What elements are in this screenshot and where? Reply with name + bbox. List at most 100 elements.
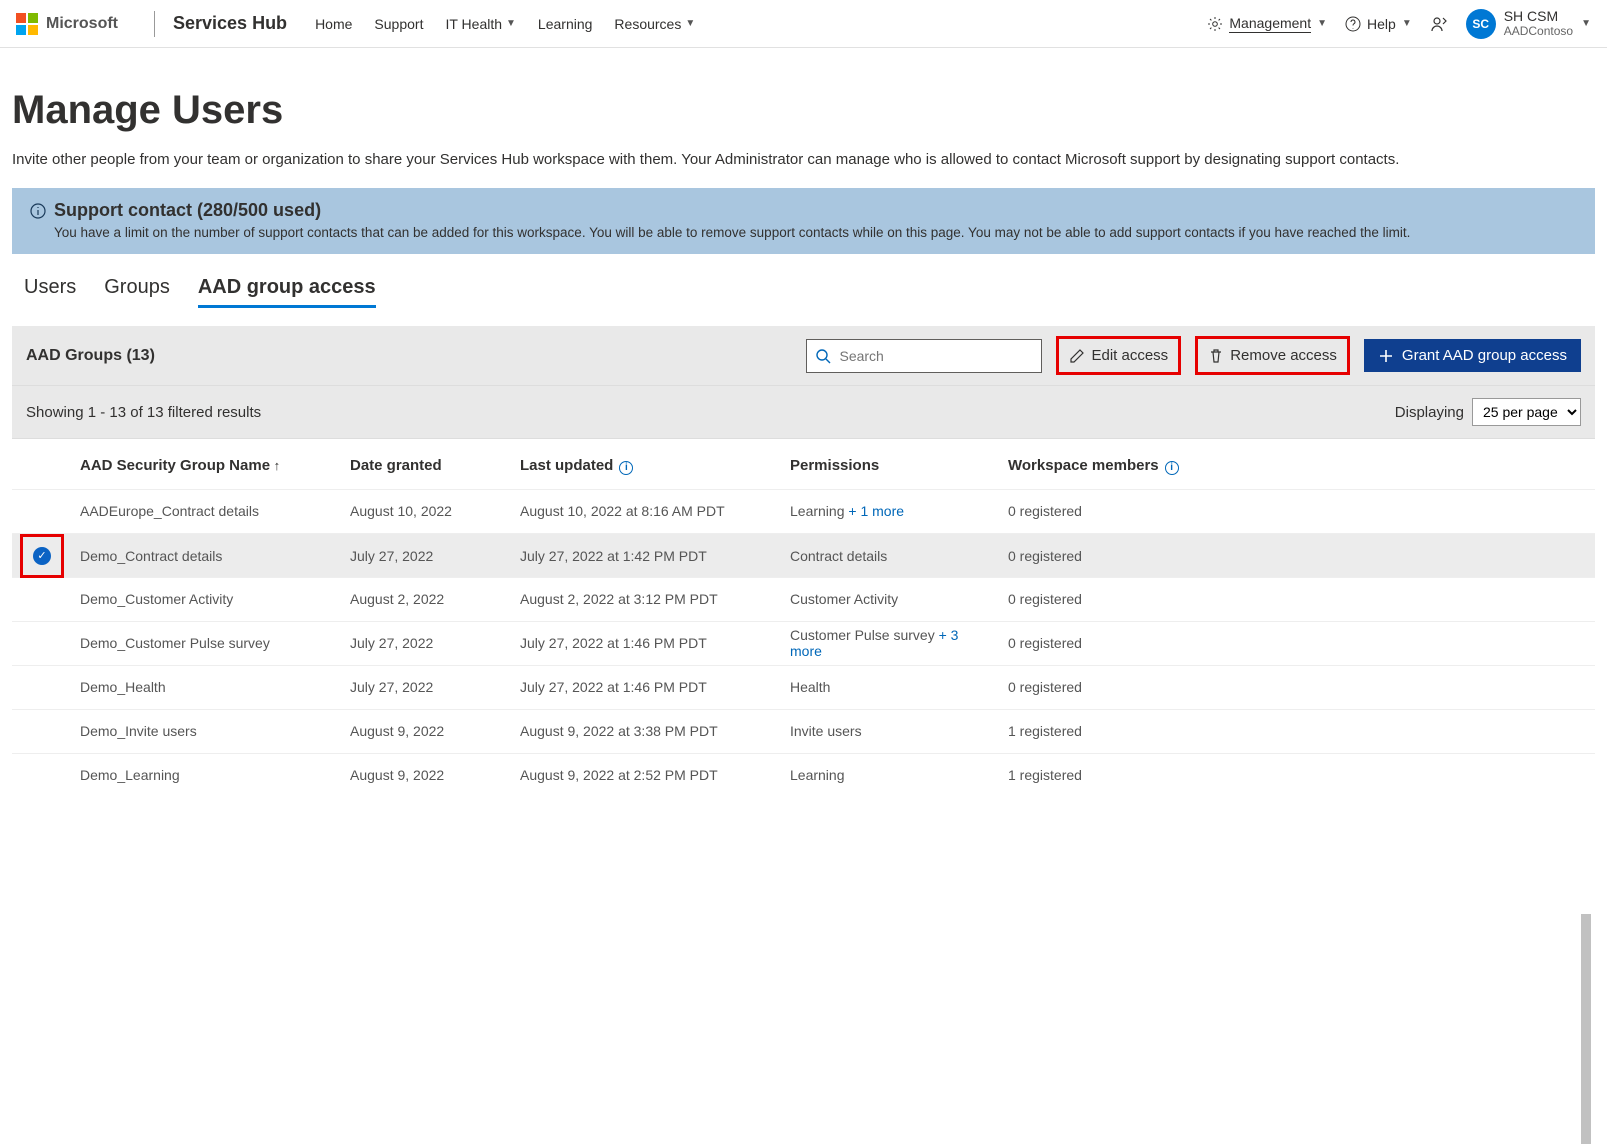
- scrollbar-thumb[interactable]: [1581, 914, 1591, 1144]
- nav-learning[interactable]: Learning: [538, 16, 593, 32]
- page-title: Manage Users: [12, 88, 1595, 133]
- info-icon[interactable]: i: [1165, 461, 1179, 475]
- contact-icon[interactable]: [1430, 15, 1448, 33]
- row-checked-icon[interactable]: ✓: [33, 547, 51, 565]
- help-menu[interactable]: Help ▼: [1345, 16, 1412, 32]
- top-nav: Home Support IT Health▼ Learning Resourc…: [315, 16, 695, 32]
- cell-date-granted: August 9, 2022: [342, 723, 512, 739]
- chevron-down-icon: ▼: [685, 18, 695, 29]
- search-input[interactable]: [837, 347, 1033, 365]
- col-group-name[interactable]: AAD Security Group Name: [72, 457, 342, 474]
- divider: [154, 11, 155, 37]
- edit-access-button[interactable]: Edit access: [1063, 343, 1174, 368]
- user-name: SH CSM: [1504, 9, 1573, 24]
- aad-toolbar: AAD Groups (13) Edit access Remove acces…: [12, 326, 1595, 385]
- support-contact-notice: Support contact (280/500 used) You have …: [12, 188, 1595, 254]
- header-right: Management ▼ Help ▼ SC SH CSM AADContoso…: [1207, 9, 1591, 39]
- cell-group-name: Demo_Customer Activity: [72, 591, 342, 607]
- user-org: AADContoso: [1504, 25, 1573, 38]
- table-row[interactable]: Demo_HealthJuly 27, 2022July 27, 2022 at…: [12, 665, 1595, 709]
- cell-members: 0 registered: [1000, 548, 1595, 564]
- cell-members: 0 registered: [1000, 591, 1595, 607]
- cell-group-name: Demo_Invite users: [72, 723, 342, 739]
- plus-icon: [1378, 348, 1394, 364]
- cell-last-updated: August 2, 2022 at 3:12 PM PDT: [512, 591, 782, 607]
- grant-aad-group-access-button[interactable]: Grant AAD group access: [1364, 339, 1581, 372]
- tab-users[interactable]: Users: [24, 276, 76, 308]
- nav-support[interactable]: Support: [374, 16, 423, 32]
- cell-date-granted: August 10, 2022: [342, 503, 512, 519]
- cell-date-granted: August 9, 2022: [342, 767, 512, 783]
- table-row[interactable]: AADEurope_Contract detailsAugust 10, 202…: [12, 489, 1595, 533]
- col-date-granted[interactable]: Date granted: [342, 457, 512, 474]
- page-subtitle: Invite other people from your team or or…: [12, 151, 1595, 168]
- chevron-down-icon: ▼: [1581, 18, 1591, 29]
- table-row[interactable]: Demo_Invite usersAugust 9, 2022August 9,…: [12, 709, 1595, 753]
- app-header: Microsoft Services Hub Home Support IT H…: [0, 0, 1607, 48]
- tab-aad-group-access[interactable]: AAD group access: [198, 276, 376, 308]
- row-select[interactable]: ✓: [12, 534, 72, 578]
- per-page-select[interactable]: 25 per page: [1472, 398, 1581, 426]
- results-bar: Showing 1 - 13 of 13 filtered results Di…: [12, 385, 1595, 438]
- tabs: Users Groups AAD group access: [24, 276, 1595, 308]
- highlight-box: ✓: [20, 534, 64, 578]
- tab-groups[interactable]: Groups: [104, 276, 170, 308]
- table-row[interactable]: ✓Demo_Contract detailsJuly 27, 2022July …: [12, 533, 1595, 577]
- cell-date-granted: July 27, 2022: [342, 679, 512, 695]
- cell-last-updated: August 9, 2022 at 3:38 PM PDT: [512, 723, 782, 739]
- pencil-icon: [1069, 348, 1085, 364]
- microsoft-logo[interactable]: Microsoft: [16, 0, 136, 47]
- nav-home[interactable]: Home: [315, 16, 352, 32]
- gear-icon: [1207, 16, 1223, 32]
- cell-last-updated: July 27, 2022 at 1:42 PM PDT: [512, 548, 782, 564]
- cell-group-name: AADEurope_Contract details: [72, 503, 342, 519]
- cell-last-updated: August 10, 2022 at 8:16 AM PDT: [512, 503, 782, 519]
- cell-last-updated: July 27, 2022 at 1:46 PM PDT: [512, 635, 782, 651]
- info-icon: [30, 203, 46, 219]
- trash-icon: [1208, 348, 1224, 364]
- help-icon: [1345, 16, 1361, 32]
- nav-resources[interactable]: Resources▼: [614, 16, 695, 32]
- info-icon[interactable]: i: [619, 461, 633, 475]
- cell-group-name: Demo_Customer Pulse survey: [72, 635, 342, 651]
- nav-it-health[interactable]: IT Health▼: [445, 16, 515, 32]
- chevron-down-icon: ▼: [1402, 18, 1412, 29]
- col-last-updated[interactable]: Last updatedi: [512, 457, 782, 475]
- col-permissions[interactable]: Permissions: [782, 457, 1000, 474]
- user-menu[interactable]: SC SH CSM AADContoso ▼: [1466, 9, 1591, 39]
- page-body: Manage Users Invite other people from yo…: [0, 48, 1607, 797]
- highlight-box: Edit access: [1056, 336, 1181, 375]
- product-name[interactable]: Services Hub: [173, 13, 287, 34]
- table-row[interactable]: Demo_Customer Pulse surveyJuly 27, 2022J…: [12, 621, 1595, 665]
- permissions-more-link[interactable]: + 3 more: [790, 627, 958, 659]
- aad-group-table: AAD Security Group Name Date granted Las…: [12, 438, 1595, 797]
- chevron-down-icon: ▼: [506, 18, 516, 29]
- aad-group-count: AAD Groups (13): [26, 347, 155, 365]
- highlight-box: Remove access: [1195, 336, 1350, 375]
- cell-last-updated: July 27, 2022 at 1:46 PM PDT: [512, 679, 782, 695]
- brand-name: Microsoft: [46, 15, 118, 33]
- cell-permissions: Customer Pulse survey + 3 more: [782, 627, 1000, 659]
- cell-members: 1 registered: [1000, 723, 1595, 739]
- remove-access-button[interactable]: Remove access: [1202, 343, 1343, 368]
- cell-group-name: Demo_Learning: [72, 767, 342, 783]
- results-showing: Showing 1 - 13 of 13 filtered results: [26, 404, 261, 421]
- cell-permissions: Contract details: [782, 548, 1000, 564]
- permissions-more-link[interactable]: + 1 more: [848, 503, 904, 519]
- search-box[interactable]: [806, 339, 1042, 373]
- table-row[interactable]: Demo_Customer ActivityAugust 2, 2022Augu…: [12, 577, 1595, 621]
- cell-members: 0 registered: [1000, 503, 1595, 519]
- microsoft-flag-icon: [16, 13, 38, 35]
- management-menu[interactable]: Management ▼: [1207, 15, 1327, 33]
- cell-group-name: Demo_Health: [72, 679, 342, 695]
- table-row[interactable]: Demo_LearningAugust 9, 2022August 9, 202…: [12, 753, 1595, 797]
- cell-last-updated: August 9, 2022 at 2:52 PM PDT: [512, 767, 782, 783]
- cell-permissions: Customer Activity: [782, 591, 1000, 607]
- cell-permissions: Learning + 1 more: [782, 503, 1000, 519]
- cell-date-granted: July 27, 2022: [342, 635, 512, 651]
- avatar: SC: [1466, 9, 1496, 39]
- cell-members: 0 registered: [1000, 679, 1595, 695]
- cell-date-granted: July 27, 2022: [342, 548, 512, 564]
- col-workspace-members[interactable]: Workspace membersi: [1000, 457, 1595, 475]
- cell-permissions: Health: [782, 679, 1000, 695]
